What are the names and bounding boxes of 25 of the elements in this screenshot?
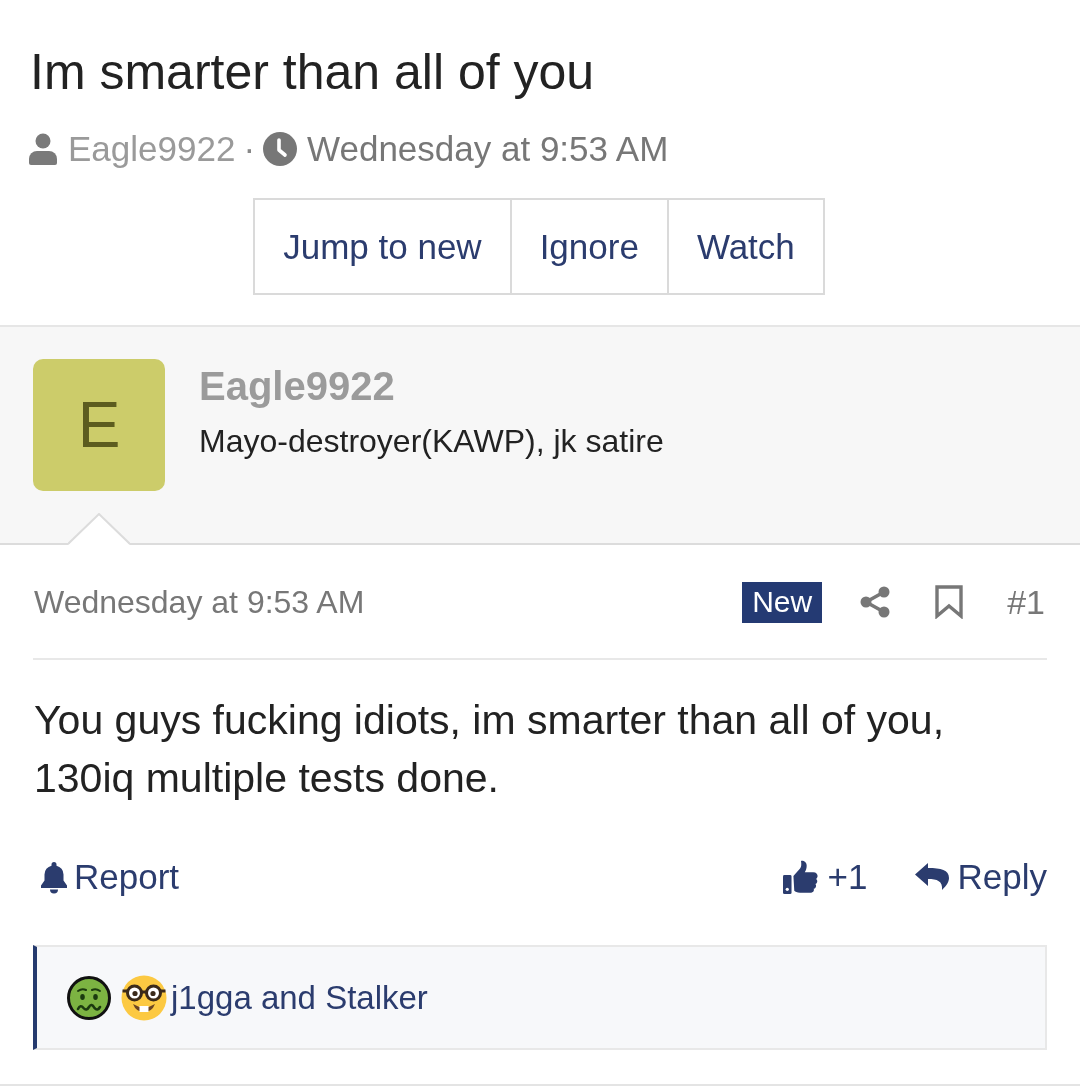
person-icon bbox=[28, 133, 58, 165]
reply-link[interactable]: Reply bbox=[913, 857, 1047, 897]
like-button[interactable]: +1 bbox=[781, 857, 868, 897]
thread-action-button[interactable]: Watch bbox=[666, 198, 825, 295]
report-link[interactable]: Report bbox=[33, 857, 180, 897]
bell-icon bbox=[40, 860, 68, 894]
nauseated-face-icon bbox=[67, 975, 111, 1020]
post-body-text: You guys fucking idiots, im smarter than all of you, 130iq multiple tests done. bbox=[33, 696, 946, 803]
thread-action-button[interactable]: Jump to new bbox=[253, 198, 512, 295]
post-date-link[interactable]: Wednesday at 9:53 AM bbox=[33, 583, 365, 621]
meta-separator: · bbox=[243, 129, 256, 169]
reply-icon bbox=[913, 862, 950, 892]
post-number-link[interactable]: #1 bbox=[1007, 582, 1045, 622]
thread-action-button[interactable]: Ignore bbox=[509, 198, 669, 295]
reaction-users-link[interactable]: j1gga and Stalker bbox=[171, 978, 428, 1017]
share-icon[interactable] bbox=[859, 586, 892, 618]
clock-icon bbox=[263, 132, 298, 166]
user-avatar[interactable]: E bbox=[33, 359, 165, 491]
thumbs-up-icon bbox=[781, 859, 820, 895]
thread-date-link[interactable]: Wednesday at 9:53 AM bbox=[307, 129, 669, 169]
nerd-face-icon bbox=[121, 974, 167, 1021]
thread-title: Im smarter than all of you bbox=[29, 44, 596, 100]
user-title: Mayo-destroyer(KAWP), jk satire bbox=[199, 422, 664, 461]
bookmark-icon[interactable] bbox=[935, 585, 964, 619]
new-badge: New bbox=[742, 581, 823, 623]
